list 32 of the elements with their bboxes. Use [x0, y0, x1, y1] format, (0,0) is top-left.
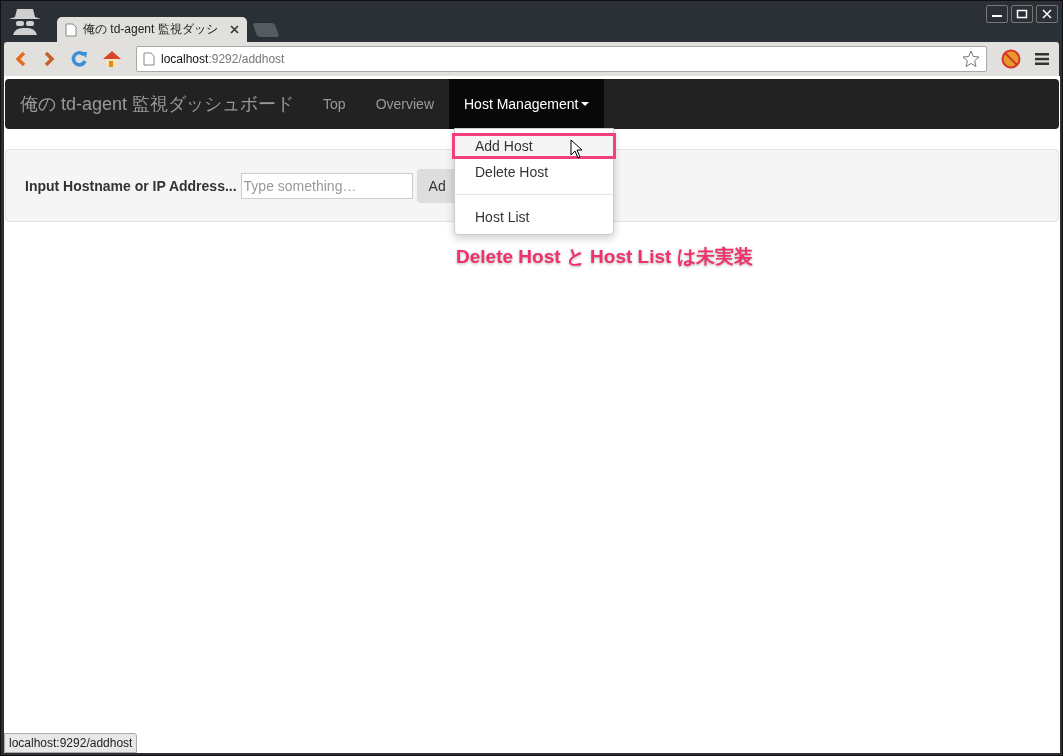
forward-icon[interactable]	[42, 51, 56, 67]
cursor-icon	[570, 139, 583, 159]
caret-icon	[581, 102, 590, 106]
page-icon	[143, 52, 155, 66]
menu-item[interactable]: Host List	[452, 204, 616, 230]
browser-tab[interactable]: 俺の td-agent 監視ダッシ	[57, 17, 247, 42]
minimize-button[interactable]	[986, 5, 1008, 23]
brand-title[interactable]: 俺の td-agent 監視ダッシュボード	[20, 92, 295, 116]
star-icon[interactable]	[962, 50, 980, 68]
menu-item[interactable]: Add Host	[452, 133, 616, 159]
reload-icon[interactable]	[70, 50, 88, 68]
address-bar[interactable]: localhost:9292/addhost	[136, 46, 987, 72]
page-icon	[65, 22, 77, 37]
tab-title: 俺の td-agent 監視ダッシ	[83, 21, 219, 38]
blocked-extension-icon[interactable]	[1001, 49, 1021, 69]
close-icon	[1041, 9, 1053, 19]
close-window-button[interactable]	[1036, 5, 1058, 23]
nav-item[interactable]: Overview	[360, 79, 449, 129]
nav-item[interactable]: Top	[308, 79, 361, 129]
hostname-input-field[interactable]: Type something…	[240, 172, 413, 199]
maximize-icon	[1016, 9, 1028, 19]
url-text: localhost:9292/addhost	[161, 52, 286, 66]
home-icon[interactable]	[102, 50, 122, 68]
nav-item[interactable]: Host Management	[449, 79, 605, 129]
annotation-text: Delete Host と Host List は未実装	[456, 245, 753, 269]
back-icon[interactable]	[14, 51, 28, 67]
field-label: Input Hostname or IP Address...	[25, 177, 237, 194]
status-bar: localhost:9292/addhost	[4, 733, 138, 753]
new-tab-button[interactable]	[252, 23, 280, 37]
maximize-button[interactable]	[1011, 5, 1033, 23]
close-icon[interactable]	[230, 25, 239, 34]
menu-icon[interactable]	[1035, 53, 1049, 65]
